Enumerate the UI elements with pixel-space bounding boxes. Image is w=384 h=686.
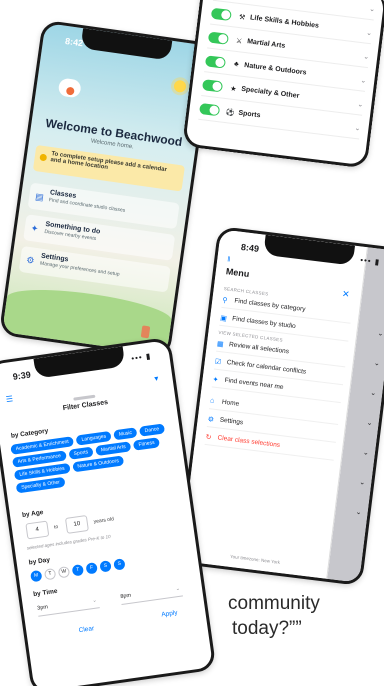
day-toggle[interactable]: T: [43, 567, 57, 581]
hammer-icon: ⚒: [238, 13, 246, 22]
day-toggle[interactable]: S: [113, 558, 126, 571]
time-from-value: 3pm: [36, 604, 49, 612]
age-section-header: by Age: [21, 509, 44, 519]
sheet-grabber[interactable]: [73, 394, 96, 401]
chevron-down-icon[interactable]: ⌄: [363, 52, 370, 61]
chevron-down-icon: ⌄: [377, 330, 384, 338]
category-chip[interactable]: Sports: [68, 446, 94, 460]
menu-icon[interactable]: ☰: [5, 394, 13, 404]
apply-button[interactable]: Apply: [161, 609, 178, 618]
category-chip[interactable]: Music: [113, 427, 138, 441]
chevron-down-icon: ⌄: [373, 359, 381, 368]
age-unit-label: years old: [93, 516, 115, 526]
category-chip[interactable]: Martial Arts: [95, 441, 132, 457]
chevron-down-icon: ⌄: [92, 597, 98, 604]
age-to-label: to: [53, 524, 59, 531]
menu-item-label: Clear class selections: [217, 434, 281, 450]
chevron-down-icon: ⌄: [358, 479, 366, 487]
status-time: 8:49: [240, 241, 260, 255]
time-to-select[interactable]: 8pm ⌄: [119, 582, 183, 606]
martial-arts-icon: ⚔: [235, 37, 243, 46]
time-section-header: by Time: [32, 587, 58, 599]
calendar-icon: ▦: [216, 340, 225, 348]
day-section-header: by Day: [28, 556, 51, 567]
chevron-down-icon: ⌄: [369, 389, 377, 398]
chevron-down-icon[interactable]: ⌄: [369, 4, 376, 13]
category-chip[interactable]: Languages: [75, 430, 112, 446]
day-toggle[interactable]: T: [71, 564, 85, 577]
calendar-check-icon: ☑: [214, 358, 222, 366]
sports-icon: ⚽: [225, 108, 236, 117]
category-toggle[interactable]: [210, 7, 232, 22]
menu-title: Menu: [225, 266, 250, 280]
refresh-icon: ↻: [205, 433, 212, 442]
building-icon: ▣: [219, 314, 228, 323]
category-label: Nature & Outdoors: [243, 62, 307, 77]
category-section-header: by Category: [10, 427, 49, 440]
notch: [80, 28, 173, 61]
signal-wifi-battery-icon: ••• ▮: [130, 351, 152, 364]
chevron-down-icon: ⌄: [355, 508, 362, 517]
day-toggle[interactable]: F: [85, 562, 98, 575]
sparkle-icon: ✦: [212, 375, 219, 384]
menu-item-label: Find classes by studio: [231, 315, 297, 331]
menu-item-label: Find events near me: [224, 376, 284, 392]
day-toggle[interactable]: M: [30, 569, 43, 583]
filter-screen: 9:39 ••• ▮ ☰ ▾ Filter Classes by Categor…: [0, 336, 217, 686]
category-toggle[interactable]: [201, 79, 224, 93]
filter-title: Filter Classes: [62, 398, 109, 413]
chevron-down-icon: ⌄: [175, 585, 181, 593]
sun-icon: [173, 79, 187, 94]
timezone-footer: Your timezone: New York: [229, 553, 281, 565]
category-label: Sports: [237, 109, 261, 120]
menu-item-label: Find classes by category: [233, 297, 306, 314]
status-time: 9:39: [12, 369, 32, 382]
category-toggle[interactable]: [204, 55, 227, 69]
menu-item-label: Review all selections: [228, 341, 290, 356]
chevron-down-icon: ⌄: [366, 419, 373, 428]
quote-line-1: community: [228, 593, 320, 614]
sparkle-icon: ✦: [30, 222, 40, 234]
close-icon[interactable]: ✕: [341, 289, 350, 301]
age-to-field[interactable]: 10: [64, 514, 89, 534]
menu-screen: 8:49 ••• ▮ ▾ ⌄ ⌄ ⌄ ⌄ ⌄ ⌄ ⌄ ‖ Menu ✕ SEAR…: [176, 225, 384, 587]
time-to-value: 8pm: [120, 592, 132, 601]
tag-icon: ⚲: [221, 296, 228, 305]
menu-item-label: Check for calendar conflicts: [226, 359, 307, 376]
age-from-field[interactable]: 4: [25, 520, 50, 540]
chevron-down-icon[interactable]: ⌄: [357, 100, 364, 109]
star-icon: ★: [229, 84, 237, 93]
menu-item-label: Home: [221, 398, 240, 408]
sidebar-icon[interactable]: ‖: [227, 256, 231, 263]
time-from-select[interactable]: 3pm ⌄: [36, 594, 100, 617]
day-toggle[interactable]: S: [99, 560, 112, 573]
tree-icon: ♣: [233, 60, 240, 69]
category-toggle[interactable]: [199, 102, 221, 117]
clear-button[interactable]: Clear: [78, 625, 94, 634]
category-list-screen: ♬ Dance ⌄ ⚒ Life Skills & Hobbies ⌄ ⚔ Ma…: [181, 0, 384, 169]
gear-icon: ⚙: [207, 415, 215, 424]
gear-icon: ⚙: [25, 254, 36, 266]
home-screen: 8:42 Welcome to Beachwood Welcome home. …: [0, 19, 214, 359]
chevron-down-icon[interactable]: ⌄: [366, 28, 373, 37]
chevron-down-icon[interactable]: ⌄: [360, 76, 367, 85]
category-chip[interactable]: Dance: [139, 423, 165, 437]
category-chip[interactable]: Fitness: [132, 437, 161, 451]
filter-icon[interactable]: ▾: [154, 374, 159, 383]
chevron-down-icon[interactable]: ⌄: [354, 123, 361, 132]
plant-icon: [140, 325, 151, 339]
book-icon: ▤: [34, 191, 45, 203]
chevron-down-icon: ⌄: [362, 449, 370, 457]
category-toggle[interactable]: [207, 31, 229, 45]
warning-icon: [39, 153, 48, 162]
notch: [33, 346, 126, 379]
category-label: Life Skills & Hobbies: [249, 14, 320, 30]
setup-banner-text: To complete setup please add a calendar …: [50, 151, 168, 174]
quote-line-2: today?””: [232, 618, 302, 639]
menu-item-label: Settings: [219, 416, 244, 427]
day-toggle[interactable]: W: [57, 565, 71, 579]
home-icon: ⌂: [209, 397, 215, 405]
status-time: 8:42: [64, 35, 84, 49]
